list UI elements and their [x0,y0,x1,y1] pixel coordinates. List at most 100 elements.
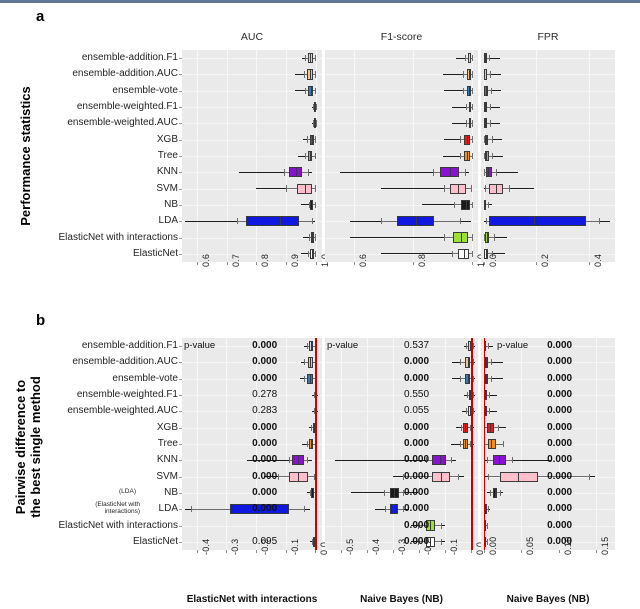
outliers [301,204,309,206]
xtick-mark [196,262,198,265]
ylabel-tree: Tree [157,438,178,449]
outliers [443,155,460,157]
pvalue-label: 0.550 [403,389,430,401]
lda-reference-note: (ElasticNet with interactions) [95,501,140,516]
panel-b-side-title-line1: Pairwise difference to [13,379,28,515]
whisker-cap [315,87,317,94]
xtick-label: 0.4 [592,253,603,267]
pvalue-label: 0.000 [547,535,573,547]
xtick-mark [419,550,421,553]
whisker-cap [496,169,498,176]
gridline [182,123,322,125]
gridline [481,123,615,125]
xtick-label: -0.1 [449,538,460,555]
whisker-cap [460,217,462,225]
xtick-label: 0.00 [487,536,498,555]
outliers [451,122,467,124]
ylabel-elasticnet: ElasticNet [132,535,178,547]
median-line [305,183,307,194]
whisker-cap [306,343,308,350]
facet-auc [182,50,322,262]
gridline [481,74,615,76]
median-line [310,69,312,80]
median-line [296,167,298,178]
whisker-cap [489,408,491,415]
xtick-label: 0.0 [487,253,498,267]
whisker-cap [433,169,435,176]
outliers [493,237,507,239]
whisker-cap [380,217,382,225]
whisker-cap [444,185,446,192]
median-line [311,199,313,210]
whisker-cap [489,103,491,111]
median-line [466,150,468,162]
whisker-cap [489,120,491,127]
whisker-cap [190,506,192,513]
median-line [498,455,500,466]
pvalue-label: 0.000 [403,356,430,368]
whisker-cap [588,473,590,480]
median-line [465,422,467,433]
pvalue-label: 0.000 [403,438,430,449]
whisker-cap [444,234,446,241]
nb-reference-note: (LDA) [119,487,136,495]
whisker-cap [303,506,305,513]
whisker-cap [466,392,468,399]
whisker-cap [472,54,474,62]
pvalue-label: 0.278 [252,389,278,401]
xtick-mark [256,262,258,265]
outliers [599,220,610,222]
outliers [460,220,471,222]
median-line [489,422,491,433]
xtick-mark [445,550,447,553]
median-line [485,53,487,64]
whisker-cap [489,392,491,399]
pvalue-label: 0.000 [252,372,278,384]
pvalue-label: 0.000 [252,421,278,433]
median-line [310,150,312,162]
outliers [451,443,461,445]
ylabel-lda: LDA [158,503,178,515]
panel-a-letter: a [36,8,45,25]
xtick-mark [483,262,485,265]
pvalue-caption: p-value [327,340,359,352]
whisker-cap [471,136,473,143]
ylabel-elasticnet-with-interactions: ElasticNet with interactions [58,519,179,531]
pvalue-label: 0.000 [547,486,573,498]
whisker-cap [484,185,486,192]
whisker-cap [471,234,473,241]
pvalue-label: 0.095 [252,535,278,547]
pvalue-label: 0.000 [252,486,278,498]
whisker-cap [440,522,442,529]
median-line [491,438,493,450]
outliers [444,90,463,92]
median-line [486,357,488,368]
whisker-cap [315,54,317,62]
median-line [485,504,487,515]
whisker-cap [315,71,317,78]
ylabel-ensemble-vote: ensemble-vote [112,84,178,96]
facet-title-f1-score: F1-score [380,31,423,43]
whisker-cap [307,457,309,464]
reference-line-zero [483,338,486,550]
whisker-cap [452,250,454,258]
median-line [518,471,520,482]
ylabel-knn: KNN [156,166,178,178]
xtick-label: 0.7 [230,253,241,267]
whisker-cap [464,169,466,176]
whisker-cap [303,375,305,382]
outliers [489,122,501,124]
reference-line-zero [315,338,317,550]
ylabel-nb: NB [164,486,178,498]
ylabel-elasticnet-with-interactions: ElasticNet with interactions [58,231,179,243]
facet-title-auc: AUC [240,31,264,43]
median-line [310,85,312,96]
whisker-cap [490,71,492,78]
median-line [488,167,490,178]
whisker-cap [503,440,505,448]
pvalue-label: 0.000 [547,421,573,433]
median-line [467,134,469,145]
whisker-cap [314,201,316,209]
whisker-cap [473,408,475,415]
median-line [533,216,535,227]
